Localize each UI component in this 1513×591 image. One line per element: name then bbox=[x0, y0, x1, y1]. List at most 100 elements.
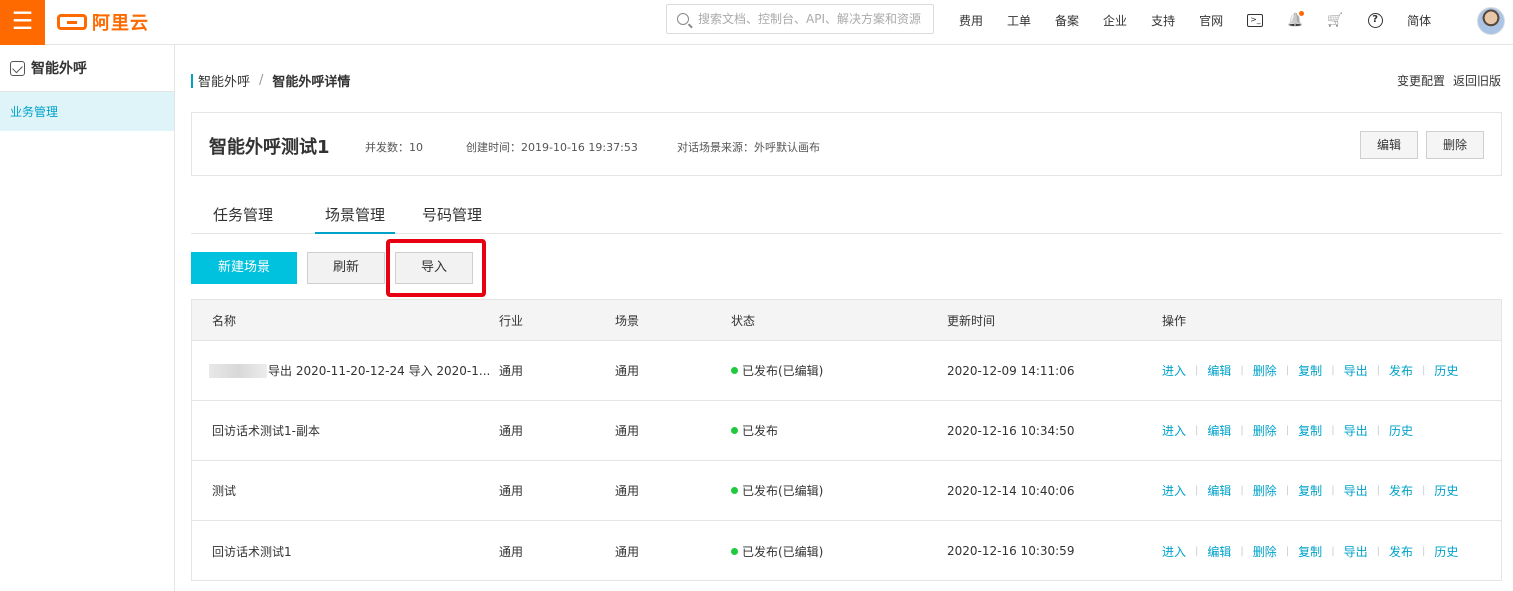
history-link[interactable]: 历史 bbox=[1434, 543, 1458, 560]
sidebar: 智能外呼 业务管理 bbox=[0, 45, 175, 591]
enter-link[interactable]: 进入 bbox=[1162, 482, 1186, 499]
publish-link[interactable]: 发布 bbox=[1389, 482, 1413, 499]
op-separator: | bbox=[1376, 365, 1380, 376]
export-link[interactable]: 导出 bbox=[1344, 543, 1368, 560]
sidebar-item-business-management[interactable]: 业务管理 bbox=[0, 91, 174, 131]
delete-link[interactable]: 删除 bbox=[1253, 362, 1277, 379]
search-box[interactable] bbox=[666, 4, 934, 34]
nav-link-enterprise[interactable]: 企业 bbox=[1103, 12, 1127, 29]
logo-text: 阿里云 bbox=[92, 13, 149, 34]
product-icon bbox=[10, 60, 25, 76]
export-link[interactable]: 导出 bbox=[1344, 482, 1368, 499]
row-actions: 进入 | 编辑 | 删除 | 复制 | 导出 | 发布 | 历史 bbox=[1162, 341, 1458, 400]
notification-dot bbox=[1299, 11, 1305, 16]
nav-link-support[interactable]: 支持 bbox=[1151, 12, 1175, 29]
copy-link[interactable]: 复制 bbox=[1298, 482, 1322, 499]
op-separator: | bbox=[1240, 545, 1244, 557]
back-old-version-link[interactable]: 返回旧版 bbox=[1453, 72, 1501, 89]
op-separator: | bbox=[1376, 485, 1380, 496]
redacted-block bbox=[209, 363, 267, 378]
edit-link[interactable]: 编辑 bbox=[1207, 543, 1231, 560]
row-scene: 通用 bbox=[615, 484, 640, 498]
nav-link-icp[interactable]: 备案 bbox=[1055, 12, 1079, 29]
delete-button[interactable]: 删除 bbox=[1426, 131, 1484, 159]
row-name: 回访话术测试1-副本 bbox=[212, 424, 320, 438]
edit-link[interactable]: 编辑 bbox=[1207, 482, 1231, 499]
help-glyph: ? bbox=[1367, 12, 1383, 28]
row-status: 已发布(已编辑) bbox=[742, 544, 824, 559]
row-status: 已发布 bbox=[742, 424, 779, 438]
search-input[interactable] bbox=[698, 12, 926, 26]
tab-number-management[interactable]: 号码管理 bbox=[420, 204, 484, 234]
copy-link[interactable]: 复制 bbox=[1298, 422, 1322, 439]
new-scene-button[interactable]: 新建场景 bbox=[191, 252, 297, 284]
logo-mark-icon bbox=[57, 14, 87, 30]
row-industry: 通用 bbox=[499, 424, 524, 438]
cart-icon[interactable]: 🛒 bbox=[1326, 11, 1344, 29]
enter-link[interactable]: 进入 bbox=[1162, 362, 1186, 379]
tab-bar: 任务管理 场景管理 号码管理 bbox=[191, 196, 1502, 234]
tab-task-management[interactable]: 任务管理 bbox=[211, 204, 275, 234]
history-link[interactable]: 历史 bbox=[1434, 362, 1458, 379]
column-header-updated: 更新时间 bbox=[947, 313, 996, 328]
nav-link-billing[interactable]: 费用 bbox=[959, 12, 983, 29]
terminal-icon[interactable]: >_ bbox=[1246, 11, 1264, 29]
scene-source: 对话场景来源：外呼默认画布 bbox=[677, 141, 820, 154]
table-row: 回访话术测试1 通用 通用 已发布(已编辑) 2020-12-16 10:30:… bbox=[192, 521, 1501, 581]
top-nav: 费用 工单 备案 企业 支持 官网 >_ 🔔 🛒 ? 简体 bbox=[947, 0, 1443, 40]
op-separator: | bbox=[1331, 365, 1335, 376]
column-header-name: 名称 bbox=[212, 313, 237, 328]
delete-link[interactable]: 删除 bbox=[1253, 422, 1277, 439]
export-link[interactable]: 导出 bbox=[1344, 422, 1368, 439]
publish-link[interactable]: 发布 bbox=[1389, 362, 1413, 379]
cart-glyph: 🛒 bbox=[1327, 12, 1344, 28]
bell-icon[interactable]: 🔔 bbox=[1286, 11, 1305, 29]
nav-link-tickets[interactable]: 工单 bbox=[1007, 12, 1031, 29]
column-header-actions: 操作 bbox=[1162, 313, 1187, 328]
row-status: 已发布(已编辑) bbox=[742, 364, 824, 378]
nav-link-official-site[interactable]: 官网 bbox=[1199, 12, 1223, 29]
op-separator: | bbox=[1240, 365, 1244, 376]
instance-info-card: 智能外呼测试1 并发数：10 创建时间：2019-10-16 19:37:53 … bbox=[191, 112, 1502, 176]
breadcrumb: 智能外呼 / 智能外呼详情 bbox=[191, 71, 350, 90]
tab-scene-management[interactable]: 场景管理 bbox=[315, 204, 395, 234]
edit-link[interactable]: 编辑 bbox=[1207, 362, 1231, 379]
language-switch[interactable]: 简体 bbox=[1407, 12, 1431, 29]
edit-link[interactable]: 编辑 bbox=[1207, 422, 1231, 439]
delete-link[interactable]: 删除 bbox=[1253, 543, 1277, 560]
op-separator: | bbox=[1285, 485, 1290, 496]
op-separator: | bbox=[1421, 485, 1426, 496]
export-link[interactable]: 导出 bbox=[1344, 362, 1368, 379]
op-separator: | bbox=[1421, 365, 1426, 376]
row-industry: 通用 bbox=[499, 484, 524, 498]
copy-link[interactable]: 复制 bbox=[1298, 543, 1322, 560]
row-status-cell: 已发布 bbox=[731, 401, 778, 460]
avatar[interactable] bbox=[1477, 7, 1505, 35]
delete-link[interactable]: 删除 bbox=[1253, 482, 1277, 499]
enter-link[interactable]: 进入 bbox=[1162, 543, 1186, 560]
menu-icon[interactable]: ☰ bbox=[0, 0, 45, 45]
concurrency-value: 并发数：10 bbox=[365, 141, 423, 154]
column-header-status: 状态 bbox=[731, 313, 756, 328]
scene-table: 名称 行业 场景 状态 更新时间 操作 导出 2020-11-20-12-24 … bbox=[191, 299, 1502, 581]
op-separator: | bbox=[1376, 425, 1380, 436]
column-header-scene: 场景 bbox=[615, 313, 640, 328]
op-separator: | bbox=[1376, 545, 1380, 557]
history-link[interactable]: 历史 bbox=[1434, 482, 1458, 499]
enter-link[interactable]: 进入 bbox=[1162, 422, 1186, 439]
history-link[interactable]: 历史 bbox=[1389, 422, 1413, 439]
op-separator: | bbox=[1285, 545, 1290, 557]
search-icon bbox=[677, 13, 689, 25]
change-config-link[interactable]: 变更配置 bbox=[1397, 72, 1445, 89]
table-row: 导出 2020-11-20-12-24 导入 2020-1... 通用 通用 已… bbox=[192, 341, 1501, 401]
logo[interactable]: 阿里云 bbox=[57, 11, 149, 34]
top-bar: ☰ 阿里云 费用 工单 备案 企业 支持 官网 >_ 🔔 🛒 ? 简体 bbox=[0, 0, 1513, 45]
refresh-button[interactable]: 刷新 bbox=[307, 252, 385, 284]
help-icon[interactable]: ? bbox=[1366, 11, 1384, 29]
breadcrumb-root[interactable]: 智能外呼 bbox=[198, 71, 250, 90]
row-industry: 通用 bbox=[499, 364, 524, 378]
edit-button[interactable]: 编辑 bbox=[1360, 131, 1418, 159]
copy-link[interactable]: 复制 bbox=[1298, 362, 1322, 379]
publish-link[interactable]: 发布 bbox=[1389, 543, 1413, 560]
header-actions: 变更配置 返回旧版 bbox=[1389, 72, 1501, 89]
